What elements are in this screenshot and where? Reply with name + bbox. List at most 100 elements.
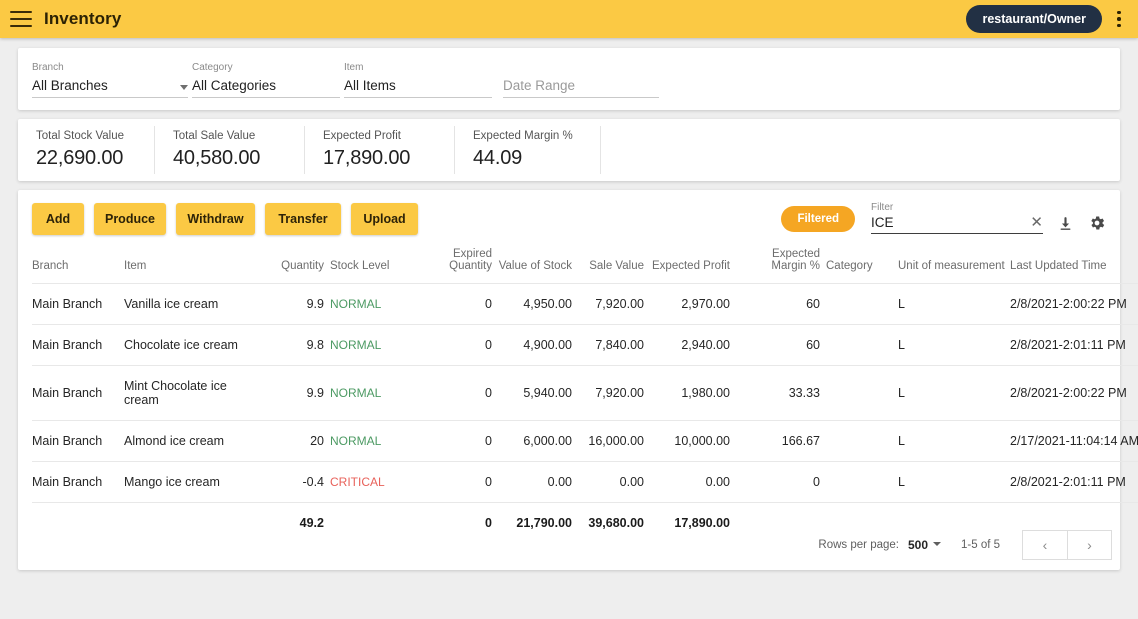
stat-expected-profit: Expected Profit 17,890.00 (305, 126, 455, 174)
cell-stock-level: NORMAL (330, 420, 410, 462)
withdraw-button[interactable]: Withdraw (176, 203, 255, 235)
date-range-filter[interactable]: Date Range (503, 74, 659, 98)
filter-search-label: Filter (871, 202, 894, 213)
total-value-of-stock: 21,790.00 (498, 502, 578, 543)
cell-stock-level: CRITICAL (330, 461, 410, 503)
table-body: Main Branch Vanilla ice cream 9.9 NORMAL… (32, 283, 1138, 543)
cell-branch: Main Branch (32, 420, 124, 462)
cell-category (826, 324, 898, 366)
add-button[interactable]: Add (32, 203, 84, 235)
column-header-branch[interactable]: Branch (32, 248, 124, 284)
cell-expected-profit: 10,000.00 (650, 420, 736, 462)
column-header-expired-quantity[interactable]: Expired Quantity (410, 248, 498, 284)
cell-item: Mint Chocolate ice cream (124, 365, 264, 421)
hamburger-menu-icon[interactable] (10, 11, 32, 27)
item-filter[interactable]: Item All Items (344, 62, 492, 98)
cell-item: Mango ice cream (124, 461, 264, 503)
download-icon[interactable] (1057, 215, 1074, 232)
chevron-down-icon (180, 85, 188, 90)
filter-search-field[interactable]: Filter ICE ✕ (871, 202, 1043, 234)
cell-sale-value: 7,840.00 (578, 324, 650, 366)
page-title: Inventory (44, 9, 122, 28)
column-header-expected-profit[interactable]: Expected Profit (650, 248, 736, 284)
cell-expected-margin: 60 (736, 324, 826, 366)
table-row[interactable]: Main Branch Chocolate ice cream 9.8 NORM… (32, 324, 1138, 366)
gear-icon[interactable] (1088, 214, 1106, 232)
cell-value-of-stock: 6,000.00 (498, 420, 578, 462)
column-header-category[interactable]: Category (826, 248, 898, 284)
branch-filter[interactable]: Branch All Branches (32, 62, 188, 98)
stat-value: 22,690.00 (36, 147, 124, 169)
chevron-right-icon: › (1087, 537, 1092, 553)
column-header-stock-level[interactable]: Stock Level (330, 248, 410, 284)
filtered-status-badge[interactable]: Filtered (781, 206, 855, 232)
chevron-down-icon[interactable] (933, 542, 941, 546)
column-header-last-updated-time[interactable]: Last Updated Time (1010, 248, 1138, 284)
cell-uom: L (898, 283, 1010, 325)
table-row[interactable]: Main Branch Almond ice cream 20 NORMAL 0… (32, 420, 1138, 462)
summary-stats-card: Total Stock Value 22,690.00 Total Sale V… (18, 119, 1120, 181)
table-row[interactable]: Main Branch Mango ice cream -0.4 CRITICA… (32, 461, 1138, 503)
table-row[interactable]: Main Branch Mint Chocolate ice cream 9.9… (32, 365, 1138, 421)
close-icon[interactable]: ✕ (1030, 215, 1043, 230)
cell-expired-quantity: 0 (410, 324, 498, 366)
cell-last-updated: 2/8/2021-2:00:22 PM (1010, 365, 1138, 421)
produce-button[interactable]: Produce (94, 203, 166, 235)
cell-value-of-stock: 4,950.00 (498, 283, 578, 325)
toolbar-right-group: Filtered Filter ICE ✕ (781, 202, 1106, 236)
item-filter-label: Item (344, 62, 364, 73)
cell-quantity: 9.9 (264, 365, 330, 421)
previous-page-button[interactable]: ‹ (1023, 531, 1067, 559)
transfer-button[interactable]: Transfer (265, 203, 341, 235)
pager-buttons: ‹ › (1022, 530, 1112, 560)
stat-value: 44.09 (473, 147, 523, 169)
inventory-table-card: Add Produce Withdraw Transfer Upload Fil… (18, 190, 1138, 570)
cell-expected-margin: 60 (736, 283, 826, 325)
cell-expected-profit: 2,970.00 (650, 283, 736, 325)
cell-value-of-stock: 4,900.00 (498, 324, 578, 366)
column-header-unit-of-measurement[interactable]: Unit of measurement (898, 248, 1010, 284)
cell-expired-quantity: 0 (410, 365, 498, 421)
column-header-value-of-stock[interactable]: Value of Stock (498, 248, 578, 284)
cell-quantity: 9.9 (264, 283, 330, 325)
column-header-sale-value[interactable]: Sale Value (578, 248, 650, 284)
stat-label: Expected Margin % (473, 130, 573, 142)
category-filter[interactable]: Category All Categories (192, 62, 340, 98)
column-header-item[interactable]: Item (124, 248, 264, 284)
table-toolbar: Add Produce Withdraw Transfer Upload Fil… (18, 190, 1120, 248)
cell-expired-quantity: 0 (410, 283, 498, 325)
cell-uom: L (898, 420, 1010, 462)
cell-quantity: 20 (264, 420, 330, 462)
cell-last-updated: 2/8/2021-2:01:11 PM (1010, 324, 1138, 366)
filter-search-input[interactable]: ICE (871, 215, 894, 230)
filters-card: Branch All Branches Category All Categor… (18, 48, 1120, 110)
cell-value-of-stock: 0.00 (498, 461, 578, 503)
upload-button[interactable]: Upload (351, 203, 418, 235)
category-filter-label: Category (192, 62, 233, 73)
cell-stock-level: NORMAL (330, 283, 410, 325)
cell-sale-value: 7,920.00 (578, 283, 650, 325)
more-vertical-icon[interactable] (1106, 4, 1132, 34)
branch-filter-label: Branch (32, 62, 64, 73)
chevron-left-icon: ‹ (1042, 537, 1048, 553)
rows-per-page-select[interactable]: 500 (908, 538, 928, 552)
table-row[interactable]: Main Branch Vanilla ice cream 9.9 NORMAL… (32, 283, 1138, 325)
app-bar-actions: restaurant/Owner (966, 4, 1138, 34)
next-page-button[interactable]: › (1067, 531, 1111, 559)
user-account-chip[interactable]: restaurant/Owner (966, 5, 1102, 33)
cell-expected-margin: 33.33 (736, 365, 826, 421)
cell-category (826, 461, 898, 503)
total-item (124, 502, 264, 543)
column-header-quantity[interactable]: Quantity (264, 248, 330, 284)
cell-expected-profit: 0.00 (650, 461, 736, 503)
total-expected-profit: 17,890.00 (650, 502, 736, 543)
cell-stock-level: NORMAL (330, 324, 410, 366)
cell-last-updated: 2/17/2021-11:04:14 AM (1010, 420, 1138, 462)
cell-category (826, 365, 898, 421)
cell-sale-value: 0.00 (578, 461, 650, 503)
pagination-range-label: 1-5 of 5 (961, 539, 1000, 551)
cell-branch: Main Branch (32, 365, 124, 421)
cell-item: Chocolate ice cream (124, 324, 264, 366)
column-header-expected-margin[interactable]: Expected Margin % (736, 248, 826, 284)
table-header: Branch Item Quantity Stock Level Expired… (32, 248, 1138, 284)
